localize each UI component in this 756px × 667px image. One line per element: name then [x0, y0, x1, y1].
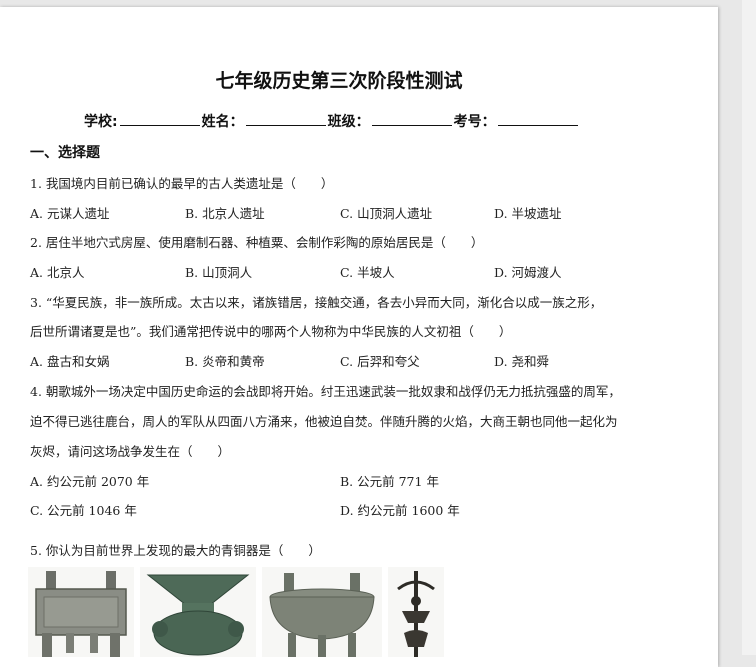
bronze-tree-image: [388, 567, 444, 657]
question-2-stem: 2. 居住半地穴式房屋、使用磨制石器、种植粟、会制作彩陶的原始居民是（ ）: [30, 235, 484, 250]
q2-option-c: C. 半坡人: [340, 265, 395, 280]
class-label: 班级：: [327, 114, 370, 130]
page-title: 七年级历史第三次阶段性测试: [215, 70, 463, 92]
q1-option-c: C. 山顶洞人遗址: [340, 206, 433, 221]
question-4-stem-line-1: 4. 朝歌城外一场决定中国历史命运的会战即将开始。纣王迅速武装一批奴隶和战俘仍无…: [30, 384, 621, 399]
name-label: 姓名：: [201, 114, 244, 130]
q3-option-d: D. 尧和舜: [494, 354, 550, 369]
q4-option-d: D. 约公元前 1600 年: [340, 503, 460, 518]
section-heading: 一、选择题: [30, 145, 100, 161]
q4-option-b: B. 公元前 771 年: [340, 474, 439, 489]
q3-option-a: A. 盘古和女娲: [30, 354, 110, 369]
question-1-stem: 1. 我国境内目前已确认的最早的古人类遗址是（ ）: [30, 176, 334, 191]
q3-option-b: B. 炎帝和黄帝: [185, 354, 265, 369]
q1-option-b: B. 北京人遗址: [185, 206, 265, 221]
school-label: 学校:: [84, 114, 118, 130]
q2-option-d: D. 河姆渡人: [494, 265, 562, 280]
question-4-stem-line-2: 迫不得已逃往鹿台，周人的军队从四面八方涌来，他被迫自焚。伴随升腾的火焰，大商王朝…: [30, 414, 618, 429]
q4-option-c: C. 公元前 1046 年: [30, 503, 137, 518]
question-5-stem: 5. 你认为目前世界上发现的最大的青铜器是（ ）: [30, 543, 321, 558]
round-ding-image: [262, 567, 382, 657]
window-scrollbar[interactable]: [742, 0, 756, 655]
question-3-stem-line-2: 后世所谓诸夏是也”。我们通常把传说中的哪两个人物称为中华民族的人文初祖（ ）: [30, 324, 512, 339]
square-ding-image: [28, 567, 134, 657]
q2-option-b: B. 山顶洞人: [185, 265, 253, 280]
class-blank: [371, 113, 452, 126]
q1-option-a: A. 元谋人遗址: [30, 206, 110, 221]
q1-option-d: D. 半坡遗址: [494, 206, 562, 221]
exam-no-label: 考号：: [453, 114, 496, 130]
question-3-stem-line-1: 3. “华夏民族，非一族所成。太古以来，诸族错居，接触交通，各去小异而大同，渐化…: [30, 295, 603, 310]
name-blank: [245, 113, 326, 126]
question-4-stem-line-3: 灰烬，请问这场战争发生在（ ）: [30, 444, 231, 459]
zun-vessel-image: [140, 567, 256, 657]
exam-no-blank: [497, 113, 578, 126]
q4-option-a: A. 约公元前 2070 年: [30, 474, 150, 489]
q3-option-c: C. 后羿和夸父: [340, 354, 420, 369]
student-info-line: 学校: 姓名： 班级： 考号：: [84, 111, 580, 131]
q2-option-a: A. 北京人: [30, 265, 85, 280]
school-blank: [119, 113, 200, 126]
